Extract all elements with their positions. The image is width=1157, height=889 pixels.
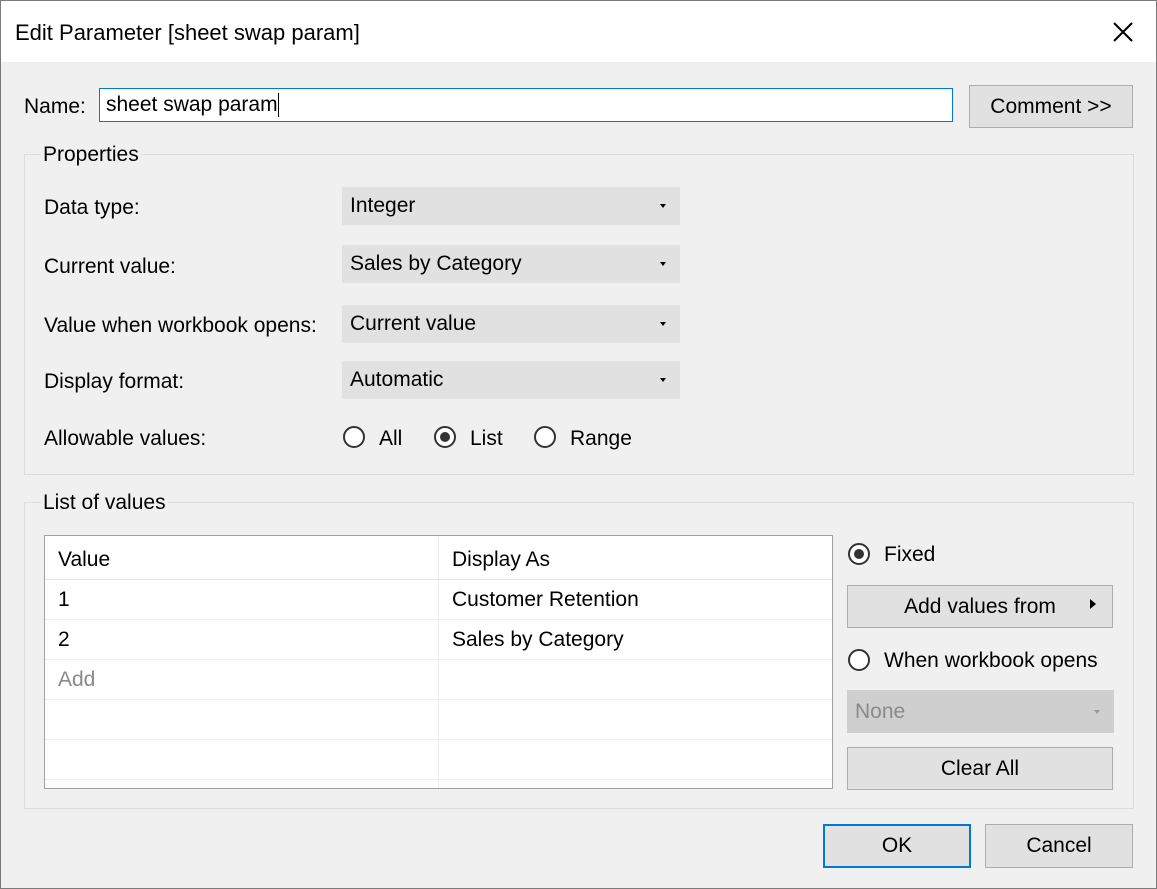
data-type-select[interactable]: Integer xyxy=(342,187,680,225)
dropdown-arrow-icon xyxy=(660,322,666,326)
row-display-cell[interactable]: Customer Retention xyxy=(452,580,639,619)
value-when-opens-value: Current value xyxy=(350,312,477,335)
text-caret xyxy=(277,93,279,117)
dropdown-arrow-icon xyxy=(1094,710,1100,714)
display-format-label: Display format: xyxy=(44,370,185,393)
radio-list-label[interactable]: List xyxy=(470,427,503,451)
data-type-value: Integer xyxy=(350,194,416,217)
list-of-values-title: List of values xyxy=(41,491,168,515)
cancel-button[interactable]: Cancel xyxy=(985,824,1133,868)
dropdown-arrow-icon xyxy=(660,204,666,208)
values-table[interactable]: Value Display As 1 Customer Retention 2 … xyxy=(44,535,833,789)
data-type-label: Data type: xyxy=(44,196,140,219)
properties-title: Properties xyxy=(41,143,141,167)
table-header-row: Value Display As xyxy=(45,540,832,580)
row-display-cell[interactable]: Sales by Category xyxy=(452,620,624,659)
value-when-opens-select[interactable]: Current value xyxy=(342,305,680,343)
add-value-placeholder[interactable]: Add xyxy=(58,660,95,699)
radio-range[interactable] xyxy=(534,426,556,448)
table-row-empty xyxy=(45,700,832,740)
table-row[interactable]: 1 Customer Retention xyxy=(45,580,832,620)
ok-label: OK xyxy=(881,834,913,857)
when-opens-select: None xyxy=(847,690,1114,733)
dropdown-arrow-icon xyxy=(660,378,666,382)
row-value-cell[interactable]: 1 xyxy=(58,580,70,619)
comment-button-label: Comment >> xyxy=(990,94,1112,118)
column-header-value[interactable]: Value xyxy=(58,540,110,579)
current-value-label: Current value: xyxy=(44,255,176,278)
column-header-display-as[interactable]: Display As xyxy=(452,540,550,579)
radio-fixed-label[interactable]: Fixed xyxy=(884,543,935,567)
value-when-opens-label: Value when workbook opens: xyxy=(44,314,317,337)
radio-all[interactable] xyxy=(343,426,365,448)
title-bar: Edit Parameter [sheet swap param] xyxy=(1,1,1156,62)
allowable-values-label: Allowable values: xyxy=(44,427,207,450)
submenu-arrow-icon xyxy=(1090,599,1096,609)
display-format-value: Automatic xyxy=(350,368,444,391)
radio-all-label[interactable]: All xyxy=(379,427,402,451)
table-row-add[interactable]: Add xyxy=(45,660,832,700)
close-icon[interactable] xyxy=(1109,18,1137,46)
clear-all-button[interactable]: Clear All xyxy=(847,747,1113,790)
when-opens-select-value: None xyxy=(855,699,906,723)
name-input-value: sheet swap param xyxy=(106,93,278,116)
current-value-select[interactable]: Sales by Category xyxy=(342,245,680,283)
add-values-from-button[interactable]: Add values from xyxy=(847,585,1113,628)
name-label: Name: xyxy=(24,95,86,118)
radio-when-workbook-opens[interactable] xyxy=(848,649,870,671)
clear-all-label: Clear All xyxy=(940,756,1020,780)
ok-button[interactable]: OK xyxy=(823,824,971,868)
table-row-empty xyxy=(45,740,832,780)
row-value-cell[interactable]: 2 xyxy=(58,620,70,659)
dropdown-arrow-icon xyxy=(660,262,666,266)
current-value-value: Sales by Category xyxy=(350,252,522,275)
radio-range-label[interactable]: Range xyxy=(570,427,632,451)
table-row[interactable]: 2 Sales by Category xyxy=(45,620,832,660)
name-input[interactable]: sheet swap param xyxy=(99,88,953,122)
radio-list[interactable] xyxy=(434,426,456,448)
comment-button[interactable]: Comment >> xyxy=(969,85,1133,128)
radio-when-workbook-opens-label[interactable]: When workbook opens xyxy=(884,649,1098,673)
display-format-select[interactable]: Automatic xyxy=(342,361,680,399)
cancel-label: Cancel xyxy=(1026,834,1092,857)
radio-fixed[interactable] xyxy=(848,543,870,565)
dialog-title: Edit Parameter [sheet swap param] xyxy=(15,20,360,45)
add-values-from-label: Add values from xyxy=(904,594,1056,618)
edit-parameter-dialog: Edit Parameter [sheet swap param] Name: … xyxy=(0,0,1157,889)
